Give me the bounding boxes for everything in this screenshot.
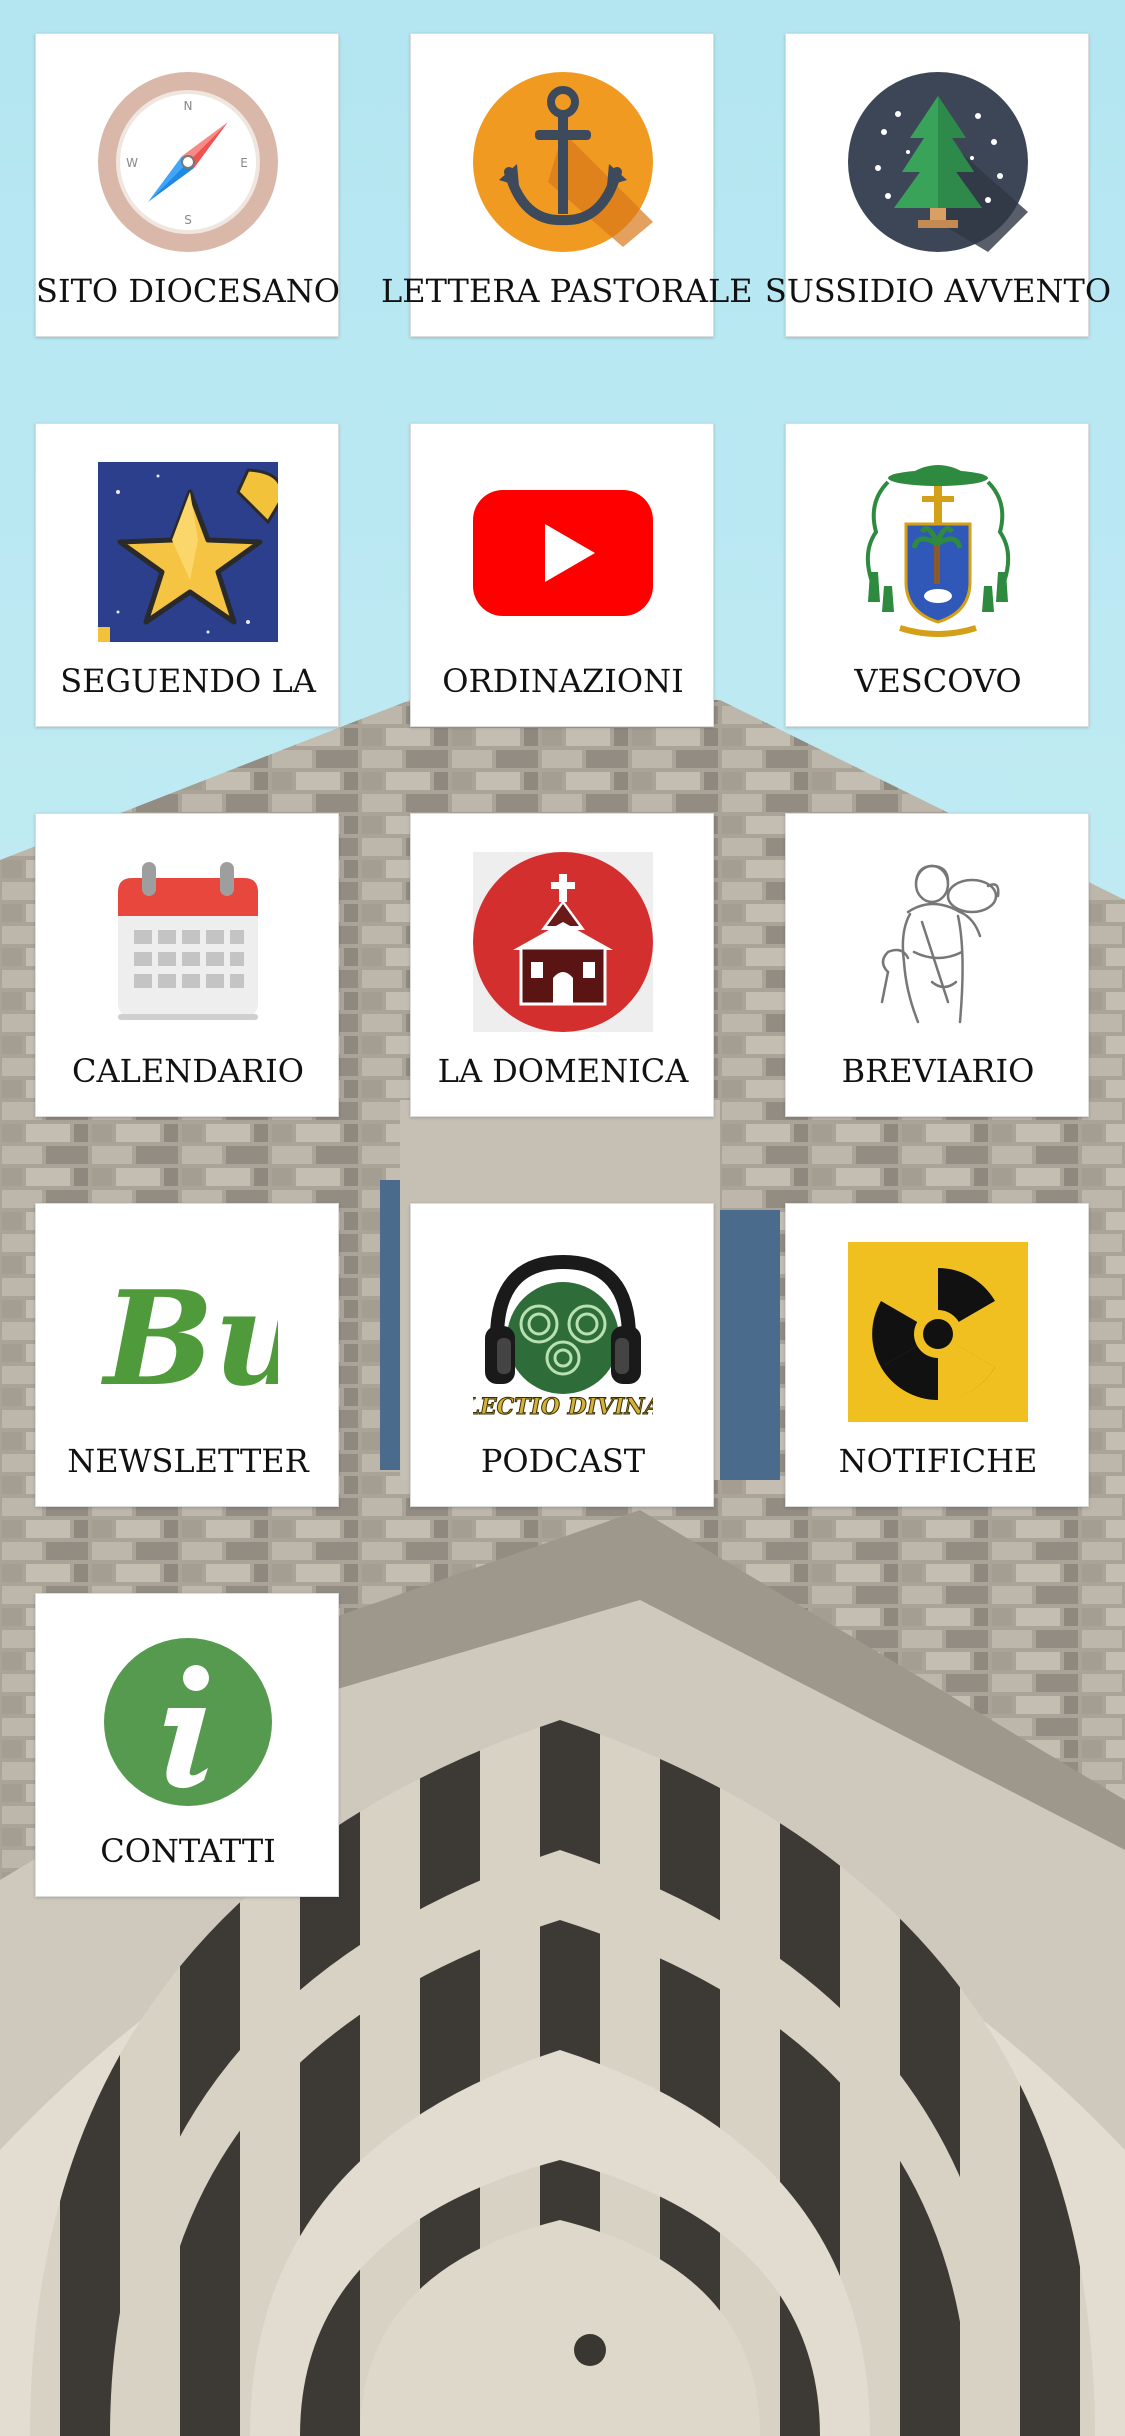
headphones-icon: LECTIO DIVINA (473, 1242, 653, 1422)
svg-text:W: W (126, 156, 138, 170)
tile-label: VESCOVO (854, 662, 1022, 700)
svg-text:S: S (184, 213, 192, 227)
tile-contatti[interactable]: CONTATTI (35, 1593, 339, 1897)
tile-label: NOTIFICHE (838, 1442, 1038, 1480)
tile-podcast[interactable]: LECTIO DIVINA PODCAST (410, 1203, 714, 1507)
newsletter-logo-icon: Bu (98, 1242, 278, 1422)
tile-label: LA DOMENICA (437, 1052, 689, 1090)
tile-label: CONTATTI (100, 1832, 276, 1870)
calendar-icon (98, 852, 278, 1032)
tile-label: BREVIARIO (841, 1052, 1035, 1090)
tile-la-domenica[interactable]: LA DOMENICA (410, 813, 714, 1117)
tile-label: SEGUENDO LA (60, 662, 316, 700)
svg-text:LECTIO DIVINA: LECTIO DIVINA (473, 1394, 653, 1420)
good-shepherd-icon (848, 852, 1028, 1032)
tile-label: PODCAST (480, 1442, 646, 1480)
bishop-coat-of-arms-icon (848, 462, 1028, 642)
radiation-icon (848, 1242, 1028, 1422)
tile-notifiche[interactable]: NOTIFICHE (785, 1203, 1089, 1507)
svg-text:E: E (240, 156, 248, 170)
tile-sito-diocesano[interactable]: N S E W SITO DIOCESANO (35, 33, 340, 337)
christmas-tree-icon (848, 72, 1028, 252)
tile-ordinazioni[interactable]: ORDINAZIONI (410, 423, 714, 727)
tile-label: NEWSLETTER (67, 1442, 309, 1480)
tile-vescovo[interactable]: VESCOVO (785, 423, 1089, 727)
youtube-play-icon (473, 462, 653, 642)
tile-calendario[interactable]: CALENDARIO (35, 813, 339, 1117)
svg-text:N: N (184, 99, 193, 113)
tile-label: LETTERA PASTORALE (381, 272, 753, 310)
anchor-icon (473, 72, 653, 252)
church-icon (473, 852, 653, 1032)
tile-lettera-pastorale[interactable]: LETTERA PASTORALE (381, 33, 753, 337)
tile-label: ORDINAZIONI (442, 662, 684, 700)
tile-sussidio-avvento[interactable]: SUSSIDIO AVVENTO (765, 33, 1111, 337)
svg-text:Bu: Bu (100, 1262, 278, 1415)
tile-newsletter[interactable]: Bu NEWSLETTER (35, 1203, 339, 1507)
tile-label: SUSSIDIO AVVENTO (764, 272, 1112, 310)
tile-label: CALENDARIO (72, 1052, 304, 1090)
compass-icon: N S E W (98, 72, 278, 252)
tile-label: SITO DIOCESANO (36, 272, 340, 310)
tile-breviario[interactable]: BREVIARIO (785, 813, 1089, 1117)
star-icon (98, 462, 278, 642)
tile-seguendo-la[interactable]: SEGUENDO LA (35, 423, 339, 727)
info-icon (98, 1632, 278, 1812)
